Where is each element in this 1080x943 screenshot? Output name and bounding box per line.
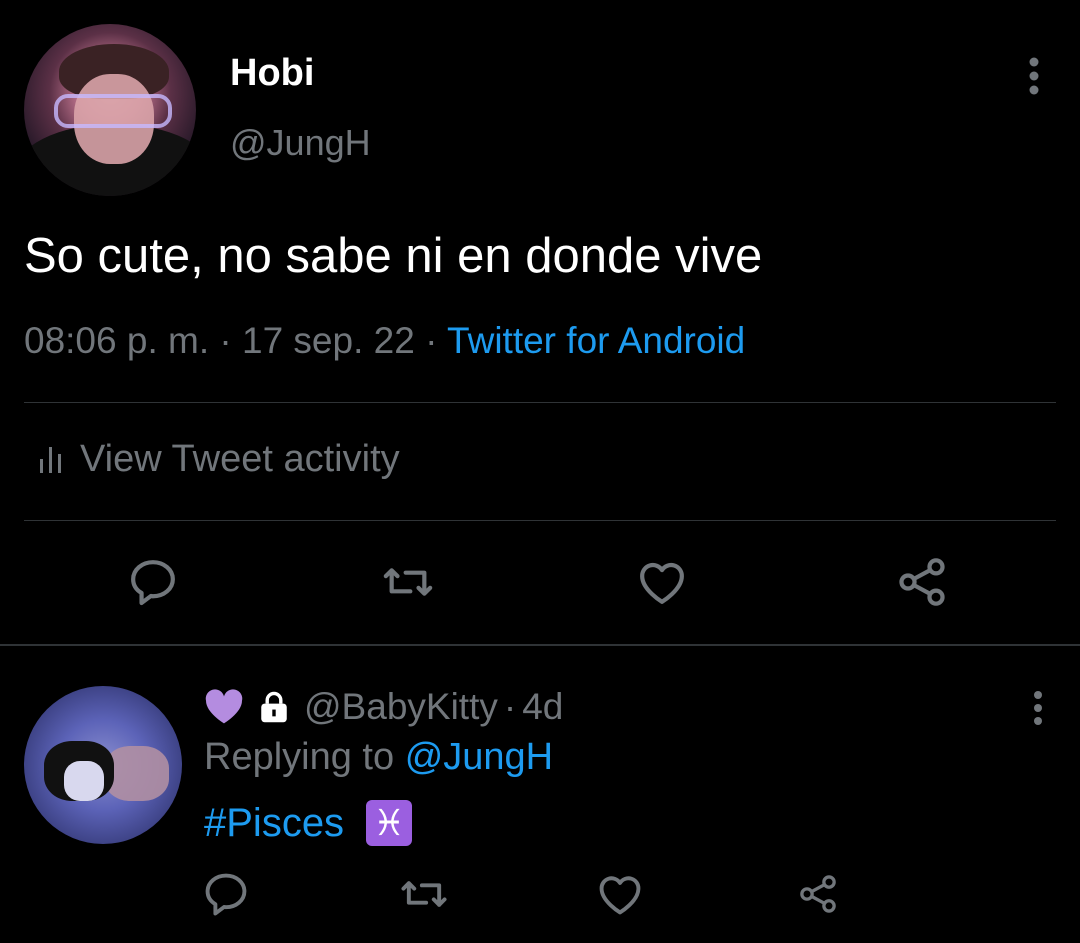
reply-icon[interactable]: [125, 554, 181, 610]
retweet-icon[interactable]: [398, 868, 450, 920]
replying-to: Replying to @JungH: [204, 736, 553, 779]
author-handle[interactable]: @JungH: [230, 122, 371, 164]
pisces-emoji: ♓: [366, 800, 413, 846]
like-icon[interactable]: [594, 868, 646, 920]
share-icon[interactable]: [894, 554, 950, 610]
more-options-icon[interactable]: [1020, 56, 1048, 96]
reply-separator: ·: [503, 686, 517, 727]
like-icon[interactable]: [634, 554, 690, 610]
view-tweet-activity-button[interactable]: View Tweet activity: [38, 438, 400, 481]
tweet-time: 08:06 p. m.: [24, 320, 210, 361]
tweet-source-link[interactable]: Twitter for Android: [447, 320, 745, 361]
tweet-meta: 08:06 p. m. · 17 sep. 22 · Twitter for A…: [24, 320, 745, 362]
purple-heart-icon: [205, 689, 243, 724]
share-icon[interactable]: [796, 872, 840, 916]
view-tweet-activity-label: View Tweet activity: [80, 438, 400, 480]
reply-more-options-icon[interactable]: [1024, 690, 1052, 726]
author-avatar[interactable]: [24, 24, 196, 196]
reply-handle[interactable]: @BabyKitty: [304, 686, 498, 728]
author-display-name[interactable]: Hobi: [230, 52, 314, 95]
reply-text: #Pisces ♓: [204, 800, 413, 846]
hashtag-link[interactable]: #Pisces: [204, 801, 344, 846]
meta-separator: ·: [219, 320, 232, 361]
replying-to-mention[interactable]: @JungH: [405, 736, 553, 778]
replying-to-prefix: Replying to: [204, 736, 395, 778]
retweet-icon[interactable]: [380, 554, 436, 610]
lock-icon: [261, 691, 287, 723]
tweet-text: So cute, no sabe ni en donde vive: [24, 229, 763, 283]
bar-chart-icon: [40, 446, 61, 473]
reply-age: 4d: [522, 686, 564, 727]
divider: [24, 402, 1056, 403]
meta-separator: ·: [425, 320, 438, 361]
reply-icon[interactable]: [200, 868, 252, 920]
section-divider: [0, 644, 1080, 646]
divider: [24, 520, 1056, 521]
reply-header: @BabyKitty · 4d: [204, 686, 563, 728]
tweet-date: 17 sep. 22: [242, 320, 415, 361]
reply-author-avatar[interactable]: [24, 686, 182, 844]
